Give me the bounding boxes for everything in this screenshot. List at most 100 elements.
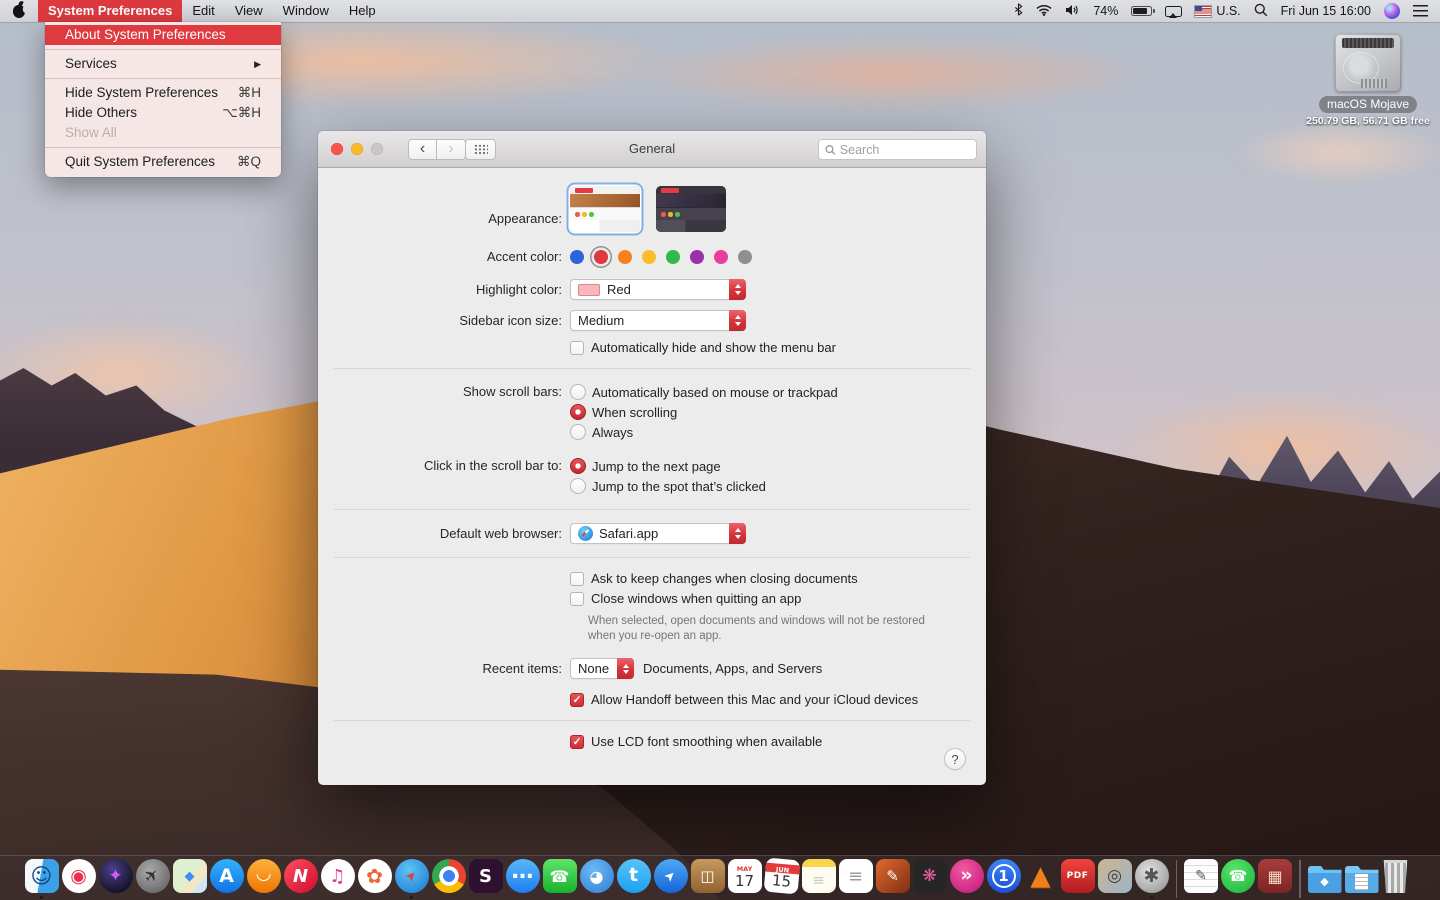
dock-pdf-expert-icon[interactable]: PDF	[1061, 859, 1095, 899]
dock-pixelmator-icon[interactable]	[876, 859, 910, 899]
dock-safari-icon[interactable]	[395, 859, 429, 899]
accent-color-orange[interactable]	[618, 250, 632, 264]
notification-center-icon[interactable]	[1413, 5, 1428, 17]
dock-preview-icon[interactable]	[1098, 859, 1132, 899]
airplay-display-icon[interactable]	[1165, 6, 1182, 17]
dock-siri-icon[interactable]	[99, 859, 133, 899]
back-button[interactable]: ‹	[408, 139, 437, 160]
dock-trash-icon[interactable]	[1382, 859, 1416, 899]
dock-chrome-icon[interactable]	[432, 859, 466, 899]
checkbox-allow-handoff[interactable]: Allow Handoff between this Mac and your …	[570, 692, 918, 707]
dock-facetime-icon[interactable]	[543, 859, 577, 899]
appearance-light-option[interactable]	[570, 186, 640, 232]
dock-pink-chevrons-icon[interactable]	[950, 859, 984, 899]
checkbox-autohide-menu-bar[interactable]: Automatically hide and show the menu bar	[570, 340, 836, 355]
accent-color-green[interactable]	[666, 250, 680, 264]
dock-contacts-icon[interactable]	[691, 859, 725, 899]
dock-spark-icon[interactable]	[654, 859, 688, 899]
search-icon	[825, 144, 836, 156]
dock-reminders-icon[interactable]	[839, 859, 873, 899]
dock-messages-icon[interactable]	[506, 859, 540, 899]
accent-color-blue[interactable]	[570, 250, 584, 264]
radio-scrollclick-jump-to-the-spot-that-s-clicke[interactable]: Jump to the spot that’s clicked	[570, 476, 766, 496]
radio-scrollbars-when-scrolling[interactable]: When scrolling	[570, 402, 677, 422]
checkbox-ask-keep-changes[interactable]: Ask to keep changes when closing documen…	[570, 571, 858, 586]
search-field[interactable]	[818, 139, 977, 160]
window-titlebar[interactable]: ‹ › General	[318, 131, 986, 168]
dock-slack-icon[interactable]	[469, 859, 503, 899]
input-source-menu[interactable]: U.S.	[1195, 4, 1240, 18]
accent-color-yellow[interactable]	[642, 250, 656, 264]
desktop-icon-macos-mojave[interactable]: macOS Mojave 250.79 GB, 56.71 GB free	[1302, 34, 1434, 127]
radio-scrollclick-jump-to-the-next-page[interactable]: Jump to the next page	[570, 456, 721, 476]
dock-twitter-icon[interactable]	[617, 859, 651, 899]
highlight-color-select[interactable]: Red	[570, 279, 746, 300]
accent-color-gray[interactable]	[738, 250, 752, 264]
menu-item-shortcut: ⌘H	[238, 83, 261, 103]
dock-photo-booth-icon[interactable]	[1258, 859, 1292, 899]
menu-system-preferences[interactable]: System Preferences	[38, 0, 182, 22]
dock-notes-icon[interactable]	[802, 859, 836, 899]
apple-menu[interactable]	[0, 0, 38, 22]
dock-calendar-icon[interactable]: MAY17	[728, 859, 762, 899]
dock-system-preferences-icon[interactable]	[1135, 859, 1169, 899]
dock-maps-icon[interactable]	[173, 859, 207, 899]
menu-item-about-system-preferences[interactable]: About System Preferences	[45, 25, 281, 45]
dock-launchpad-icon[interactable]	[136, 859, 170, 899]
dock-news-icon[interactable]	[284, 859, 318, 899]
checkbox-close-windows-quit[interactable]: Close windows when quitting an app	[570, 591, 801, 606]
reminders-icon	[839, 859, 873, 893]
disk-capacity-label: 250.79 GB, 56.71 GB free	[1302, 115, 1434, 127]
menu-edit[interactable]: Edit	[182, 0, 224, 22]
bluetooth-icon[interactable]	[1014, 3, 1023, 19]
accent-color-red[interactable]	[594, 250, 608, 264]
dock-fantastical-icon[interactable]: JUN15	[765, 859, 799, 899]
show-all-button[interactable]	[465, 139, 496, 160]
spotlight-search-icon[interactable]	[1254, 3, 1268, 20]
radio-scrollbars-automatically-based-on-mouse-o[interactable]: Automatically based on mouse or trackpad	[570, 382, 838, 402]
dock-one-password-icon[interactable]	[987, 859, 1021, 899]
close-button[interactable]	[331, 143, 343, 155]
menu-item-hide-others[interactable]: Hide Others⌥⌘H	[45, 103, 281, 123]
minimize-button[interactable]	[351, 143, 363, 155]
sidebar-icon-size-select[interactable]: Medium	[570, 310, 746, 331]
menu-item-hide-system-preferences[interactable]: Hide System Preferences⌘H	[45, 83, 281, 103]
volume-icon[interactable]	[1065, 4, 1080, 19]
accent-color-pink[interactable]	[714, 250, 728, 264]
battery-icon[interactable]	[1131, 6, 1152, 16]
radio-scrollbars-always[interactable]: Always	[570, 422, 633, 442]
search-input[interactable]	[840, 143, 970, 157]
dock-photos-icon[interactable]	[358, 859, 392, 899]
dock-photo-editor-icon[interactable]	[913, 859, 947, 899]
dock-dropbox-folder-icon[interactable]	[1308, 859, 1342, 899]
dock-itunes-icon[interactable]	[321, 859, 355, 899]
recent-items-label: Recent items:	[334, 661, 570, 676]
divider	[334, 368, 970, 369]
menu-help[interactable]: Help	[339, 0, 386, 22]
dock-text-document-icon[interactable]	[1184, 859, 1218, 899]
submenu-arrow-icon: ▶	[254, 54, 261, 74]
checkbox-lcd-font-smoothing[interactable]: Use LCD font smoothing when available	[570, 734, 822, 749]
appearance-dark-option[interactable]	[656, 186, 726, 232]
menu-view[interactable]: View	[225, 0, 273, 22]
help-button[interactable]: ?	[944, 748, 966, 770]
dock-twitterrific-icon[interactable]	[580, 859, 614, 899]
books-icon	[247, 859, 281, 893]
recent-items-select[interactable]: None	[570, 658, 634, 679]
dock-screen-capture-icon[interactable]	[62, 859, 96, 899]
accent-color-purple[interactable]	[690, 250, 704, 264]
menu-item-services[interactable]: Services▶	[45, 54, 281, 74]
menu-item-quit-system-preferences[interactable]: Quit System Preferences⌘Q	[45, 152, 281, 172]
dock-finder-icon[interactable]	[25, 859, 59, 899]
stepper-icon	[617, 658, 634, 679]
siri-icon[interactable]	[1384, 3, 1400, 19]
dock-vlc-icon[interactable]	[1024, 859, 1058, 899]
dock-books-icon[interactable]	[247, 859, 281, 899]
menu-window[interactable]: Window	[273, 0, 339, 22]
menu-bar-clock[interactable]: Fri Jun 15 16:00	[1281, 4, 1371, 18]
dock-downloads-folder-icon[interactable]	[1345, 859, 1379, 899]
dock-whatsapp-icon[interactable]	[1221, 859, 1255, 899]
wifi-icon[interactable]	[1036, 4, 1052, 19]
default-browser-select[interactable]: Safari.app	[570, 523, 746, 544]
dock-app-store-icon[interactable]	[210, 859, 244, 899]
